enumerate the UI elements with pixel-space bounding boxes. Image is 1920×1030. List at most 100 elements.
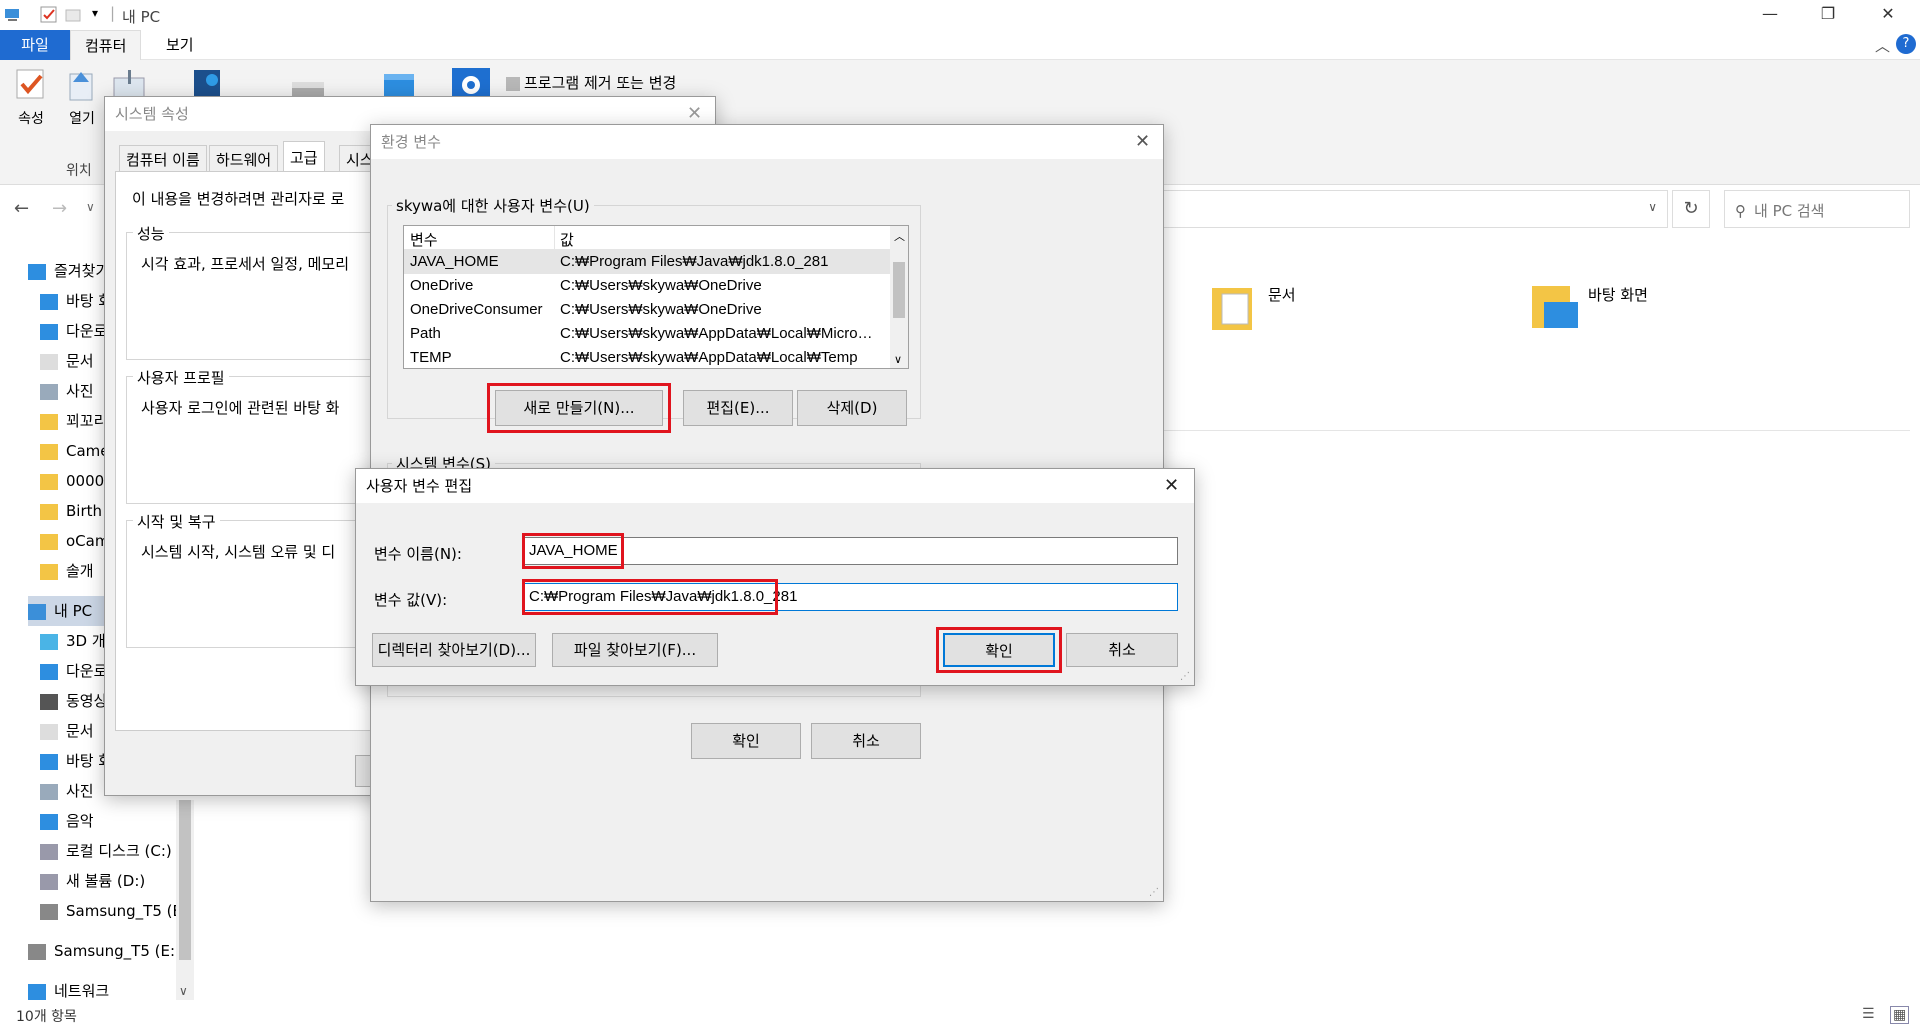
uninstall-program-button[interactable]: 프로그램 제거 또는 변경 <box>506 72 676 93</box>
sidebar-item-label: 새 볼륨 (D:) <box>66 872 146 890</box>
tab-hardware[interactable]: 하드웨어 <box>209 145 279 171</box>
forward-icon[interactable]: → <box>52 198 67 219</box>
search-input[interactable]: ⚲ 내 PC 검색 <box>1724 190 1910 228</box>
close-icon[interactable]: ✕ <box>1868 4 1908 23</box>
sidebar-item[interactable]: Samsung_T5 (E:) <box>40 896 193 926</box>
variable-name-cell: JAVA_HOME <box>410 253 499 270</box>
delete-variable-button[interactable]: 삭제(D) <box>797 390 907 426</box>
sidebar-item[interactable]: 새 볼륨 (D:) <box>40 866 145 896</box>
table-row[interactable]: OneDriveConsumer C:₩Users₩skywa₩OneDrive <box>404 298 890 322</box>
scroll-thumb[interactable] <box>893 262 905 318</box>
sidebar-item-label: oCam <box>66 532 110 550</box>
sidebar-scroll-thumb[interactable] <box>179 800 191 960</box>
recent-locations-icon[interactable]: ∨ <box>86 200 95 214</box>
env-cancel-button[interactable]: 취소 <box>811 723 921 759</box>
sidebar-item[interactable]: 솔개 <box>40 556 94 586</box>
sidebar-scrollbar[interactable]: ∨ <box>176 800 194 1000</box>
variable-name-label: 변수 이름(N): <box>374 545 462 563</box>
resize-grip-icon[interactable]: ⋰ <box>1149 887 1159 898</box>
environment-variables-close-icon[interactable]: ✕ <box>1135 131 1150 152</box>
sidebar-item[interactable]: 문서 <box>40 716 94 746</box>
sidebar-item[interactable]: 로컬 디스크 (C:) <box>40 836 172 866</box>
address-bar[interactable]: ∨ <box>1160 190 1668 228</box>
sidebar-item[interactable]: 사진 <box>40 376 94 406</box>
edit-cancel-button[interactable]: 취소 <box>1066 633 1178 667</box>
edit-ok-button[interactable]: 확인 <box>943 633 1055 667</box>
edit-variable-button[interactable]: 편집(E)... <box>683 390 793 426</box>
sidebar-item[interactable]: 다운로 <box>40 656 107 686</box>
sidebar-item-label: Samsung_T5 (E:) <box>66 902 193 920</box>
new-variable-button[interactable]: 새로 만들기(N)... <box>495 390 663 426</box>
folder-icon <box>40 563 58 580</box>
sidebar-item[interactable]: Came <box>40 436 110 466</box>
sidebar-item-label: 0000 <box>66 472 105 490</box>
search-icon: ⚲ <box>1735 202 1746 220</box>
sidebar-item[interactable]: 바탕 화 <box>40 286 112 316</box>
sidebar-item[interactable]: 꾀꼬리 <box>40 406 107 436</box>
properties-button[interactable]: 속성 <box>10 68 52 128</box>
tab-computer[interactable]: 컴퓨터 <box>70 30 142 60</box>
minimize-icon[interactable]: — <box>1750 4 1790 23</box>
address-dropdown-icon[interactable]: ∨ <box>1648 200 1657 214</box>
browse-directory-button[interactable]: 디렉터리 찾아보기(D)... <box>372 633 536 667</box>
user-variables-table[interactable]: 변수 값 JAVA_HOME C:₩Program Files₩Java₩jdk1… <box>403 225 909 369</box>
sidebar-item[interactable]: 동영상 <box>40 686 107 716</box>
window-title: 내 PC <box>122 8 161 26</box>
open-button[interactable]: 열기 <box>62 68 102 128</box>
tab-view[interactable]: 보기 <box>152 30 208 60</box>
sidebar-item-label: 3D 개 <box>66 632 106 650</box>
sidebar-item[interactable]: 다운로 <box>40 316 107 346</box>
table-scrollbar[interactable]: ︿ ∨ <box>890 226 908 368</box>
open-icon <box>66 68 98 102</box>
scroll-up-icon[interactable]: ︿ <box>894 228 905 244</box>
env-ok-button[interactable]: 확인 <box>691 723 801 759</box>
sidebar-item[interactable]: 문서 <box>40 346 94 376</box>
details-view-icon[interactable]: ☰ <box>1862 1006 1875 1022</box>
restore-icon[interactable]: ❐ <box>1808 4 1848 23</box>
sidebar-item[interactable]: 네트워크 <box>28 976 109 1006</box>
download-icon <box>40 323 58 340</box>
tab-file[interactable]: 파일 <box>0 30 70 60</box>
col-variable[interactable]: 변수 <box>410 229 438 250</box>
sidebar-item[interactable]: 사진 <box>40 776 94 806</box>
back-icon[interactable]: ← <box>14 198 29 219</box>
browse-file-button[interactable]: 파일 찾아보기(F)... <box>552 633 718 667</box>
sidebar-scroll-down-icon[interactable]: ∨ <box>179 984 188 998</box>
help-icon[interactable]: ? <box>1896 34 1916 54</box>
tab-computer-name[interactable]: 컴퓨터 이름 <box>119 145 207 171</box>
table-row[interactable]: Path C:₩Users₩skywa₩AppData₩Local₩Microso… <box>404 322 890 346</box>
table-row[interactable]: JAVA_HOME C:₩Program Files₩Java₩jdk1.8.0_… <box>404 250 890 274</box>
tab-advanced[interactable]: 고급 <box>283 141 325 171</box>
sidebar-item-label: 동영상 <box>66 692 108 710</box>
sidebar-item[interactable]: 0000 <box>40 466 104 496</box>
sidebar-item[interactable]: Birth <box>40 496 102 526</box>
sidebar-item-label: 꾀꼬리 <box>66 412 108 430</box>
sidebar-item[interactable]: 3D 개 <box>40 626 106 656</box>
documents-folder-icon[interactable] <box>1210 280 1258 332</box>
sidebar-item[interactable]: Samsung_T5 (E:) <box>28 936 181 966</box>
customize-quick-access-icon[interactable]: ▾ <box>92 6 98 20</box>
table-row[interactable]: TEMP C:₩Users₩skywa₩AppData₩Local₩Temp <box>404 346 890 368</box>
table-body: JAVA_HOME C:₩Program Files₩Java₩jdk1.8.0_… <box>404 250 890 368</box>
properties-quick-icon[interactable] <box>40 6 58 24</box>
edit-dialog-close-icon[interactable]: ✕ <box>1164 475 1179 496</box>
sidebar-item[interactable]: oCam <box>40 526 109 556</box>
uninstall-icon <box>506 76 520 91</box>
documents-folder-label[interactable]: 문서 <box>1268 284 1296 305</box>
sidebar-item[interactable]: 바탕 화 <box>40 746 112 776</box>
col-value[interactable]: 값 <box>560 229 574 250</box>
new-folder-quick-icon[interactable] <box>64 6 82 24</box>
desktop-folder-icon[interactable] <box>1530 280 1580 332</box>
sidebar-item[interactable]: 즐겨찾기 <box>28 256 109 286</box>
sidebar-item[interactable]: 음악 <box>40 806 94 836</box>
desktop-folder-label[interactable]: 바탕 화면 <box>1588 284 1648 305</box>
table-row[interactable]: OneDrive C:₩Users₩skywa₩OneDrive <box>404 274 890 298</box>
ribbon-collapse-icon[interactable]: ︿ <box>1875 35 1890 56</box>
refresh-icon[interactable]: ↻ <box>1672 190 1710 228</box>
large-icons-view-icon[interactable]: ▦ <box>1890 1006 1910 1024</box>
system-properties-close-icon[interactable]: ✕ <box>687 103 702 124</box>
edit-resize-grip-icon[interactable]: ⋰ <box>1180 671 1190 682</box>
edit-dialog-title: 사용자 변수 편집 <box>356 469 1194 503</box>
variable-value-highlight <box>522 579 778 615</box>
scroll-down-icon[interactable]: ∨ <box>894 353 902 366</box>
